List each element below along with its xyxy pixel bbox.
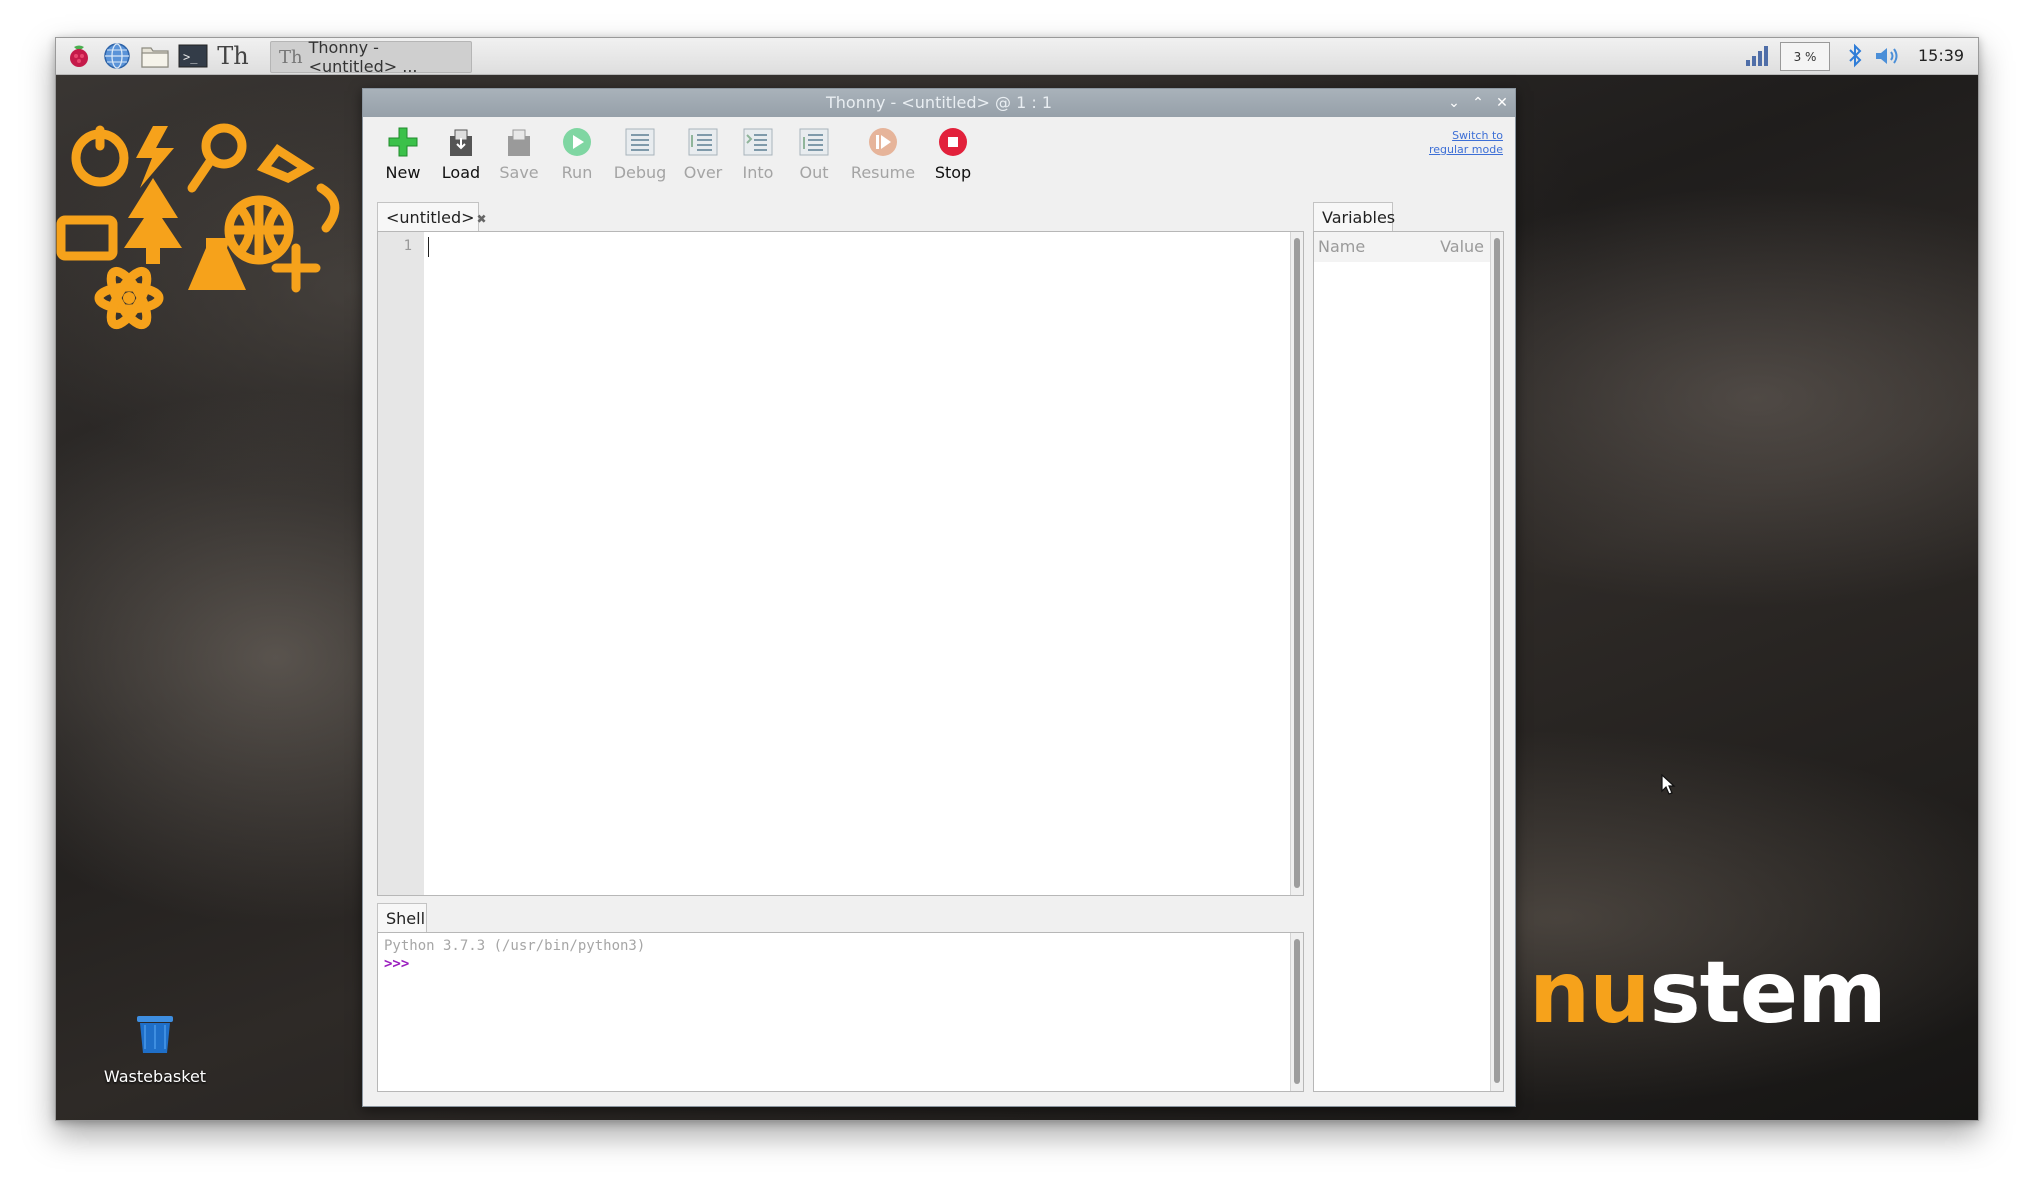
window-titlebar[interactable]: Thonny - <untitled> @ 1 : 1 ⌄ ⌃ ✕: [363, 89, 1515, 117]
wastebasket-desktop-icon[interactable]: Wastebasket: [80, 1013, 230, 1086]
run-play-icon: [560, 125, 594, 159]
shell-tab-label: Shell: [386, 909, 426, 928]
shell-scrollbar[interactable]: [1290, 933, 1303, 1091]
web-browser-icon[interactable]: [102, 42, 132, 70]
step-over-icon: [686, 125, 720, 159]
variables-header: Name Value: [1314, 232, 1490, 262]
network-signal-icon[interactable]: [1742, 42, 1772, 70]
mouse-pointer-icon: [1661, 773, 1677, 800]
variables-value-column[interactable]: Value: [1440, 237, 1484, 256]
step-out-icon: [797, 125, 831, 159]
shell-tab[interactable]: Shell: [377, 903, 427, 933]
variables-tab[interactable]: Variables: [1313, 202, 1396, 232]
line-number-gutter: 1: [378, 232, 424, 895]
clock[interactable]: 15:39: [1918, 46, 1964, 65]
raspberry-menu-icon[interactable]: [64, 42, 94, 70]
variables-panel: Name Value: [1313, 231, 1504, 1092]
svg-text:>_: >_: [183, 50, 198, 64]
text-caret: [428, 237, 429, 257]
stop-button[interactable]: Stop: [918, 125, 988, 182]
variables-scrollbar[interactable]: [1490, 232, 1503, 1091]
desktop-screen: >_ Th Th Thonny - <untitled> ... 3 % 15:…: [55, 37, 1979, 1121]
volume-icon[interactable]: [1872, 42, 1902, 70]
taskbar-task-thonny[interactable]: Th Thonny - <untitled> ...: [270, 38, 472, 76]
close-icon[interactable]: ✕: [1491, 89, 1513, 117]
file-manager-icon[interactable]: [140, 42, 170, 70]
variables-name-column[interactable]: Name: [1318, 237, 1365, 256]
minimize-icon[interactable]: ⌄: [1443, 89, 1465, 117]
maximize-icon[interactable]: ⌃: [1467, 89, 1489, 117]
code-editor[interactable]: 1: [377, 231, 1304, 896]
editor-scroll-thumb[interactable]: [1294, 238, 1300, 888]
shell-console[interactable]: Python 3.7.3 (/usr/bin/python3) >>>: [377, 932, 1304, 1092]
brand-part-stem: stem: [1649, 943, 1886, 1043]
taskbar-task-label: Thonny - <untitled> ...: [308, 38, 418, 76]
resume-button[interactable]: Resume: [848, 125, 918, 182]
shell-scroll-thumb[interactable]: [1294, 939, 1300, 1084]
cpu-usage-monitor[interactable]: 3 %: [1780, 42, 1830, 71]
resume-icon: [866, 125, 900, 159]
thonny-window: Thonny - <untitled> @ 1 : 1 ⌄ ⌃ ✕ New Lo…: [362, 88, 1516, 1107]
desktop-logo-icons: [56, 108, 356, 352]
editor-tab-untitled[interactable]: <untitled> ✖: [377, 202, 487, 232]
new-plus-icon: [386, 125, 420, 159]
taskbar: >_ Th Th Thonny - <untitled> ... 3 % 15:…: [56, 38, 1978, 76]
variables-scroll-thumb[interactable]: [1494, 238, 1500, 1083]
step-out-button[interactable]: Out: [779, 125, 849, 182]
thonny-icon[interactable]: Th: [217, 42, 248, 70]
nustem-logo: nustem: [1529, 943, 1887, 1043]
tab-close-icon[interactable]: ✖: [477, 212, 487, 226]
brand-part-nu: nu: [1529, 943, 1650, 1043]
editor-scrollbar[interactable]: [1290, 232, 1303, 895]
shell-banner: Python 3.7.3 (/usr/bin/python3): [384, 938, 646, 954]
debug-button[interactable]: Debug: [605, 125, 675, 182]
save-icon: [502, 125, 536, 159]
stop-icon: [936, 125, 970, 159]
load-icon: [444, 125, 478, 159]
terminal-icon[interactable]: >_: [178, 42, 208, 70]
editor-tab-label: <untitled>: [386, 208, 475, 227]
debug-icon: [623, 125, 657, 159]
bluetooth-icon[interactable]: [1840, 42, 1870, 70]
wastebasket-icon: [137, 1016, 173, 1053]
step-into-icon: [741, 125, 775, 159]
line-number: 1: [403, 238, 412, 254]
thonny-task-icon: Th: [279, 46, 303, 68]
variables-tab-label: Variables: [1322, 208, 1396, 227]
shell-prompt: >>>: [384, 956, 410, 972]
window-title: Thonny - <untitled> @ 1 : 1: [825, 93, 1053, 112]
wastebasket-label: Wastebasket: [103, 1067, 207, 1086]
cpu-usage-text: 3 %: [1793, 49, 1817, 64]
toolbar: New Load Save Run Debug Over Into Out Re…: [363, 117, 1515, 199]
run-button[interactable]: Run: [542, 125, 612, 182]
switch-to-regular-mode-link[interactable]: Switch to regular mode: [1429, 129, 1503, 157]
